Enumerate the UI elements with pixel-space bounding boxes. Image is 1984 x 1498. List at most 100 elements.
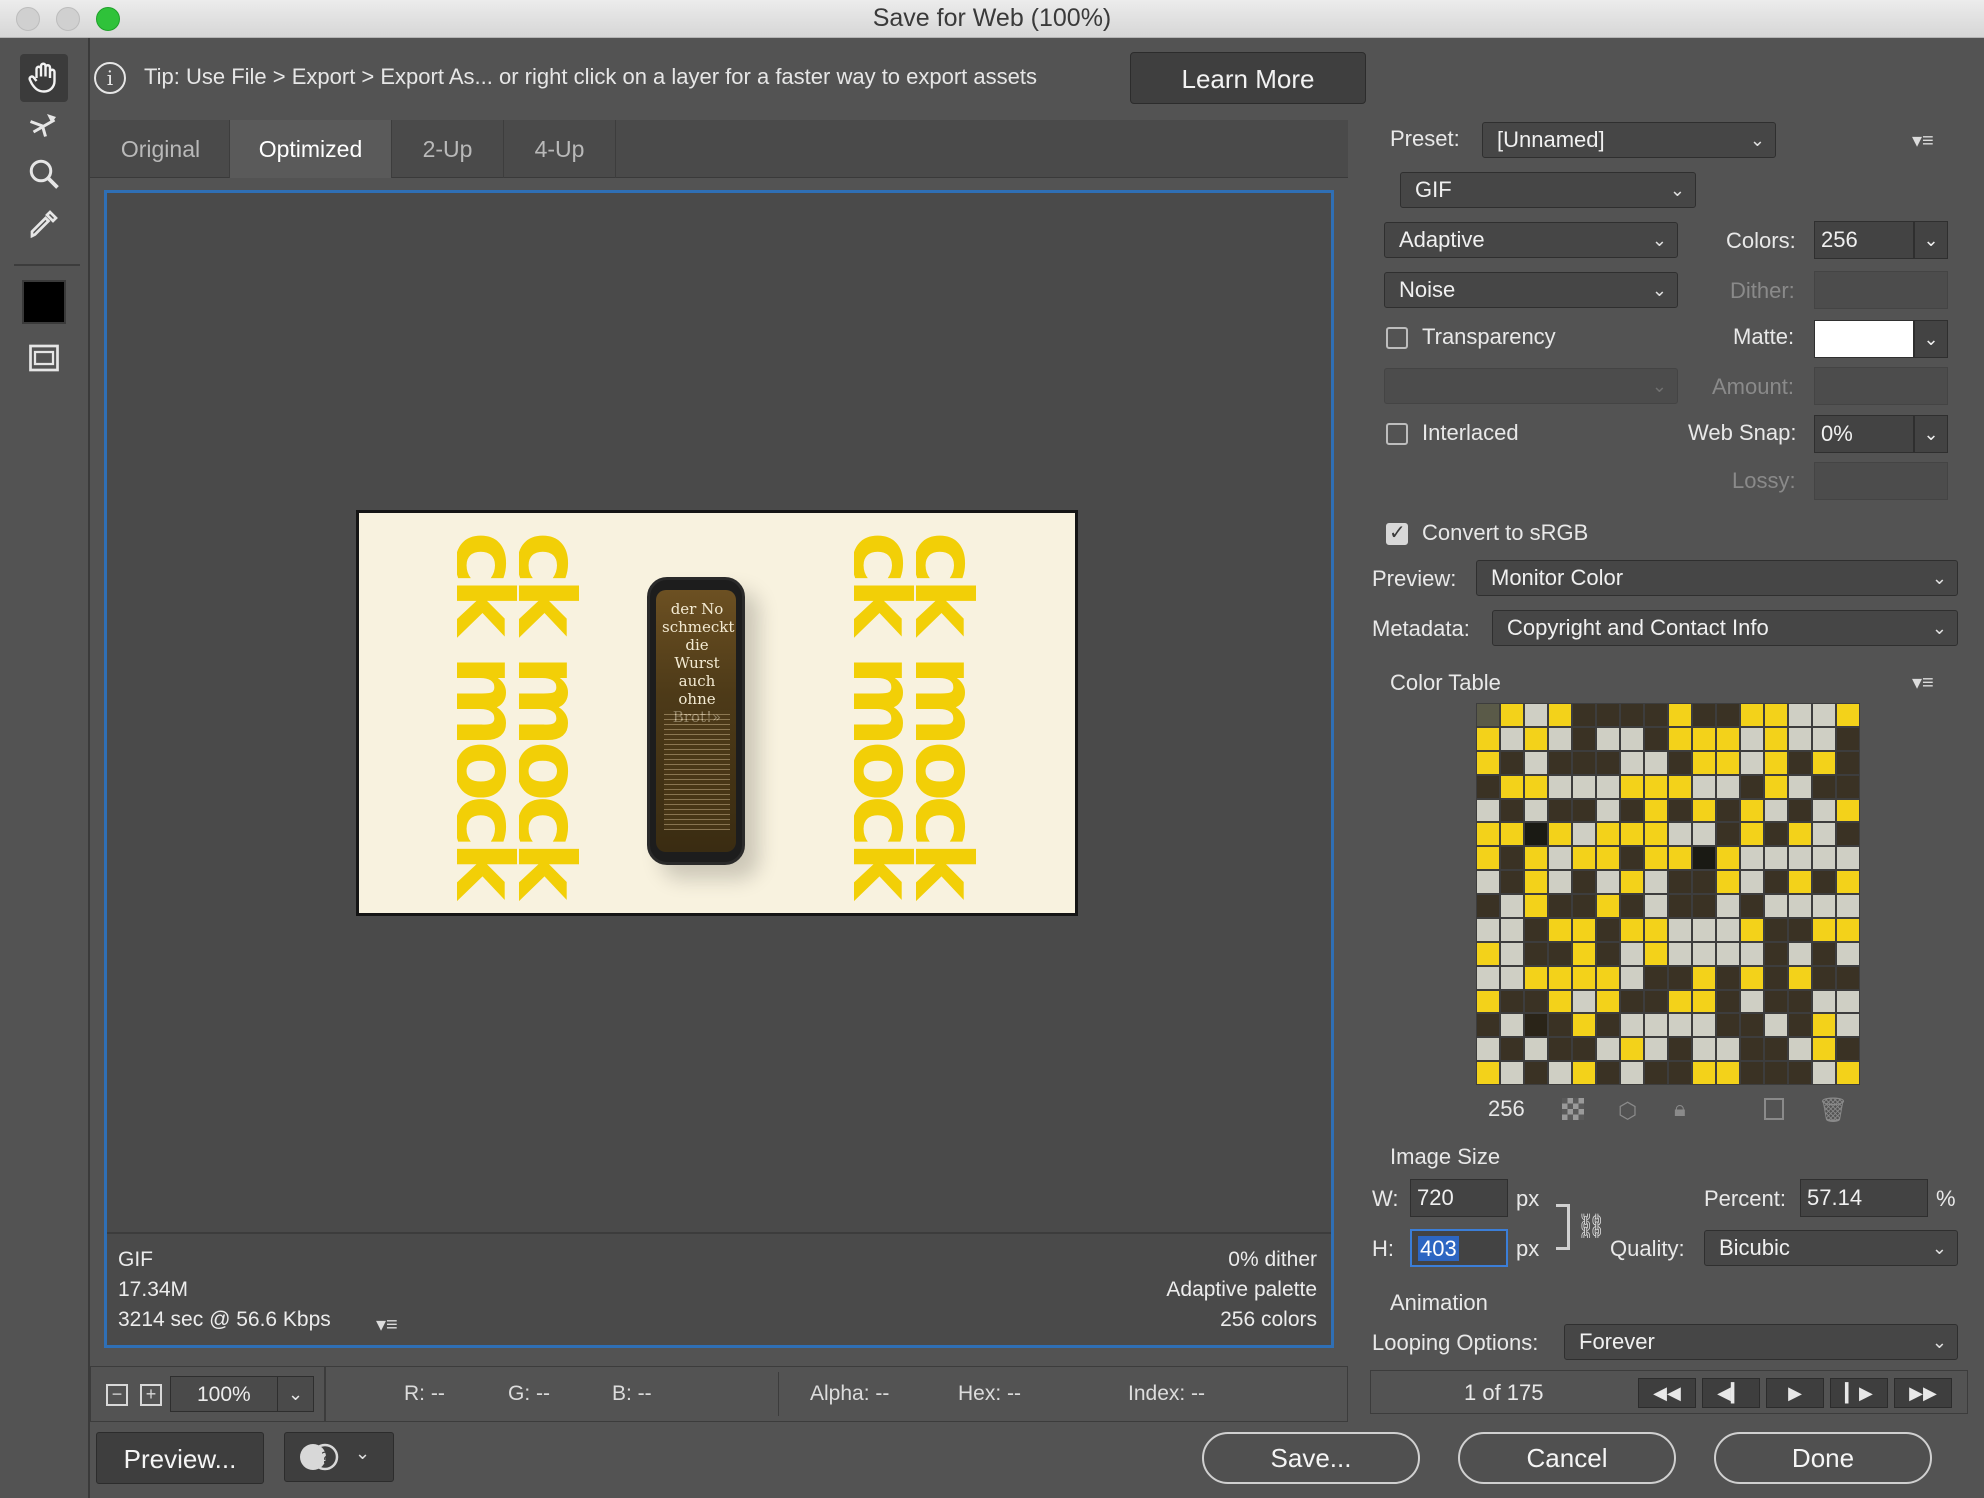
save-button[interactable]: Save... [1202, 1432, 1420, 1484]
color-swatch[interactable] [1836, 870, 1860, 894]
color-swatch[interactable] [1764, 989, 1788, 1014]
color-swatch[interactable] [1596, 726, 1620, 751]
color-swatch[interactable] [1716, 1013, 1740, 1038]
slice-select-tool-button[interactable] [20, 102, 68, 150]
next-frame-button[interactable]: ▎▶ [1830, 1378, 1888, 1408]
color-swatch[interactable] [1596, 917, 1620, 942]
color-swatch[interactable] [1524, 822, 1548, 847]
color-swatch[interactable] [1524, 989, 1548, 1014]
color-swatch[interactable] [1692, 965, 1716, 990]
color-swatch[interactable] [1740, 989, 1764, 1014]
zoom-level-select[interactable]: 100% ⌄ [170, 1376, 314, 1412]
eyedropper-tool-button[interactable] [20, 200, 68, 248]
color-swatch[interactable] [1500, 798, 1524, 823]
color-swatch[interactable] [1764, 774, 1788, 799]
color-swatch[interactable] [1764, 726, 1788, 751]
color-swatch[interactable] [1668, 1013, 1692, 1038]
color-swatch[interactable] [1572, 941, 1596, 966]
color-swatch[interactable] [1572, 774, 1596, 799]
color-swatch[interactable] [1524, 917, 1548, 942]
color-swatch[interactable] [1524, 965, 1548, 990]
color-swatch[interactable] [1476, 989, 1500, 1014]
color-swatch[interactable] [1788, 870, 1812, 894]
color-swatch[interactable] [1548, 1061, 1572, 1085]
interlaced-checkbox[interactable] [1386, 423, 1408, 445]
color-swatch[interactable] [1572, 965, 1596, 990]
color-swatch[interactable] [1836, 941, 1860, 966]
color-swatch[interactable] [1524, 726, 1548, 751]
color-swatch[interactable] [1572, 846, 1596, 871]
color-swatch[interactable] [1524, 774, 1548, 799]
color-swatch[interactable] [1788, 1061, 1812, 1085]
color-swatch[interactable] [1620, 989, 1644, 1014]
color-swatch[interactable] [1548, 798, 1572, 823]
color-swatch[interactable] [1500, 774, 1524, 799]
color-swatch[interactable] [1788, 798, 1812, 823]
color-swatch[interactable] [1548, 989, 1572, 1014]
matte-color-swatch[interactable] [1814, 320, 1914, 358]
color-swatch[interactable] [1620, 798, 1644, 823]
color-swatch[interactable] [1668, 726, 1692, 751]
color-swatch[interactable] [1836, 894, 1860, 918]
color-swatch[interactable] [1476, 750, 1500, 775]
color-swatch[interactable] [1740, 846, 1764, 871]
color-swatch[interactable] [1788, 894, 1812, 918]
color-swatch[interactable] [1668, 798, 1692, 823]
color-swatch[interactable] [1692, 750, 1716, 775]
color-swatch[interactable] [1596, 989, 1620, 1014]
color-swatch[interactable] [1644, 965, 1668, 990]
color-swatch[interactable] [1740, 703, 1764, 727]
color-swatch[interactable] [1836, 1037, 1860, 1062]
color-swatch[interactable] [1500, 726, 1524, 751]
lock-icon[interactable]: 🔒︎ [1674, 1096, 1686, 1122]
color-swatch[interactable] [1668, 941, 1692, 966]
eyedropper-color-swatch[interactable] [22, 280, 66, 324]
color-swatch[interactable] [1620, 870, 1644, 894]
color-swatch[interactable] [1836, 750, 1860, 775]
color-swatch[interactable] [1500, 870, 1524, 894]
color-swatch[interactable] [1644, 798, 1668, 823]
optimize-menu-icon[interactable]: ▾≡ [1912, 128, 1946, 152]
color-swatch[interactable] [1644, 1061, 1668, 1085]
tab-4-up[interactable]: 4-Up [504, 120, 616, 178]
new-color-icon[interactable] [1764, 1098, 1784, 1120]
color-swatch[interactable] [1644, 774, 1668, 799]
color-swatch[interactable] [1572, 894, 1596, 918]
color-swatch[interactable] [1524, 870, 1548, 894]
zoom-in-button[interactable]: + [140, 1384, 162, 1406]
color-swatch[interactable] [1812, 941, 1836, 966]
tab-optimized[interactable]: Optimized [230, 120, 392, 178]
color-swatch[interactable] [1788, 1037, 1812, 1062]
cancel-button[interactable]: Cancel [1458, 1432, 1676, 1484]
color-swatch[interactable] [1692, 1061, 1716, 1085]
color-swatch[interactable] [1524, 846, 1548, 871]
color-table-grid[interactable] [1476, 703, 1860, 1085]
previous-frame-button[interactable]: ◀▎ [1702, 1378, 1760, 1408]
color-swatch[interactable] [1716, 726, 1740, 751]
color-swatch[interactable] [1788, 703, 1812, 727]
color-swatch[interactable] [1524, 703, 1548, 727]
color-swatch[interactable] [1476, 965, 1500, 990]
color-swatch[interactable] [1716, 750, 1740, 775]
color-swatch[interactable] [1620, 917, 1644, 942]
color-swatch[interactable] [1836, 965, 1860, 990]
color-swatch[interactable] [1644, 989, 1668, 1014]
color-swatch[interactable] [1812, 726, 1836, 751]
color-swatch[interactable] [1740, 798, 1764, 823]
color-table-menu-icon[interactable]: ▾≡ [1912, 670, 1946, 694]
color-swatch[interactable] [1764, 965, 1788, 990]
color-swatch[interactable] [1572, 1013, 1596, 1038]
color-swatch[interactable] [1548, 703, 1572, 727]
color-swatch[interactable] [1644, 750, 1668, 775]
color-swatch[interactable] [1788, 774, 1812, 799]
color-swatch[interactable] [1620, 1013, 1644, 1038]
color-swatch[interactable] [1716, 965, 1740, 990]
color-swatch[interactable] [1500, 1013, 1524, 1038]
color-swatch[interactable] [1716, 703, 1740, 727]
zoom-tool-button[interactable] [20, 150, 68, 198]
color-swatch[interactable] [1524, 941, 1548, 966]
color-swatch[interactable] [1812, 822, 1836, 847]
color-swatch[interactable] [1740, 894, 1764, 918]
preview-color-select[interactable]: Monitor Color ⌄ [1476, 560, 1958, 596]
web-snap-input[interactable]: 0% [1814, 415, 1914, 453]
